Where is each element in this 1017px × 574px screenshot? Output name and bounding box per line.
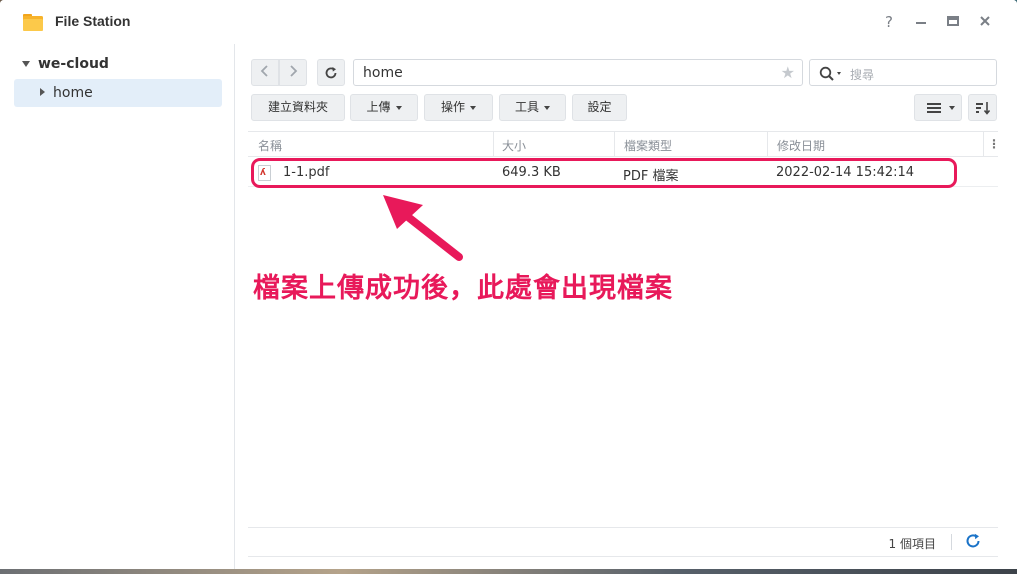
file-station-window: File Station ? we-cloud home home ★ 搜尋 建… [0, 0, 1017, 574]
maximize-icon[interactable] [943, 12, 963, 32]
refresh-icon [325, 67, 337, 79]
tree-item-label: home [53, 85, 93, 101]
highlight-box [251, 158, 957, 188]
column-header-name[interactable]: 名稱 [258, 137, 282, 154]
divider [951, 534, 952, 550]
caret-right-icon[interactable] [40, 88, 45, 96]
list-view-icon [927, 103, 941, 113]
caret-down-icon[interactable] [22, 61, 30, 67]
search-icon[interactable] [819, 66, 845, 81]
tree-item-home[interactable]: home [14, 79, 222, 107]
refresh-button[interactable] [317, 59, 345, 86]
help-icon[interactable]: ? [879, 12, 899, 32]
forward-button[interactable] [279, 59, 307, 86]
path-bar[interactable]: home ★ [353, 59, 803, 86]
sort-icon [975, 102, 990, 115]
create-folder-label: 建立資料夾 [267, 100, 328, 114]
close-icon[interactable] [975, 12, 995, 32]
annotation-text: 檔案上傳成功後，此處會出現檔案 [253, 273, 673, 304]
path-text: home [363, 65, 403, 81]
column-divider[interactable] [983, 132, 984, 156]
dropdown-arrow-icon [470, 105, 476, 110]
action-button[interactable]: 操作 [424, 94, 493, 121]
minimize-icon[interactable] [911, 12, 931, 32]
tree-root-we-cloud[interactable]: we-cloud [22, 56, 109, 72]
window-title: File Station [55, 13, 131, 29]
chevron-right-icon [290, 65, 298, 77]
dropdown-arrow-icon [949, 106, 955, 110]
main-panel: home ★ 搜尋 建立資料夾 上傳 操作 工具 設定 名稱 大小 檔案類型 修… [235, 44, 1017, 569]
dropdown-arrow-icon [395, 105, 402, 110]
tree-root-label: we-cloud [38, 56, 109, 72]
folder-tree: we-cloud home [0, 44, 235, 569]
column-header-type[interactable]: 檔案類型 [624, 137, 672, 154]
refresh-icon[interactable] [964, 532, 982, 550]
dropdown-arrow-icon [544, 105, 550, 110]
action-label: 操作 [440, 100, 465, 114]
arrow-annotation [383, 195, 463, 261]
column-header-size[interactable]: 大小 [502, 137, 526, 154]
column-header-modified[interactable]: 修改日期 [777, 137, 825, 154]
settings-label: 設定 [587, 100, 612, 114]
upload-button[interactable]: 上傳 [350, 94, 418, 121]
search-placeholder: 搜尋 [850, 68, 875, 82]
settings-button[interactable]: 設定 [572, 94, 627, 121]
item-count: 1 個項目 [888, 537, 936, 551]
back-button[interactable] [251, 59, 279, 86]
desktop-background [0, 569, 1017, 574]
sort-button[interactable] [968, 94, 997, 121]
status-bar: 1 個項目 [248, 527, 998, 557]
tools-button[interactable]: 工具 [499, 94, 566, 121]
tools-label: 工具 [514, 100, 539, 114]
column-divider[interactable] [767, 132, 768, 156]
column-divider[interactable] [614, 132, 615, 156]
table-header: 名稱 大小 檔案類型 修改日期 ⋮ [248, 131, 1000, 157]
search-input[interactable]: 搜尋 [809, 59, 997, 86]
view-mode-button[interactable] [914, 94, 962, 121]
title-bar: File Station ? [0, 0, 1017, 44]
column-options-icon[interactable]: ⋮ [988, 137, 1000, 151]
upload-label: 上傳 [366, 100, 391, 114]
create-folder-button[interactable]: 建立資料夾 [251, 94, 345, 121]
star-icon[interactable]: ★ [781, 63, 795, 82]
chevron-left-icon [260, 65, 268, 77]
folder-app-icon [23, 14, 43, 31]
column-divider[interactable] [493, 132, 494, 156]
